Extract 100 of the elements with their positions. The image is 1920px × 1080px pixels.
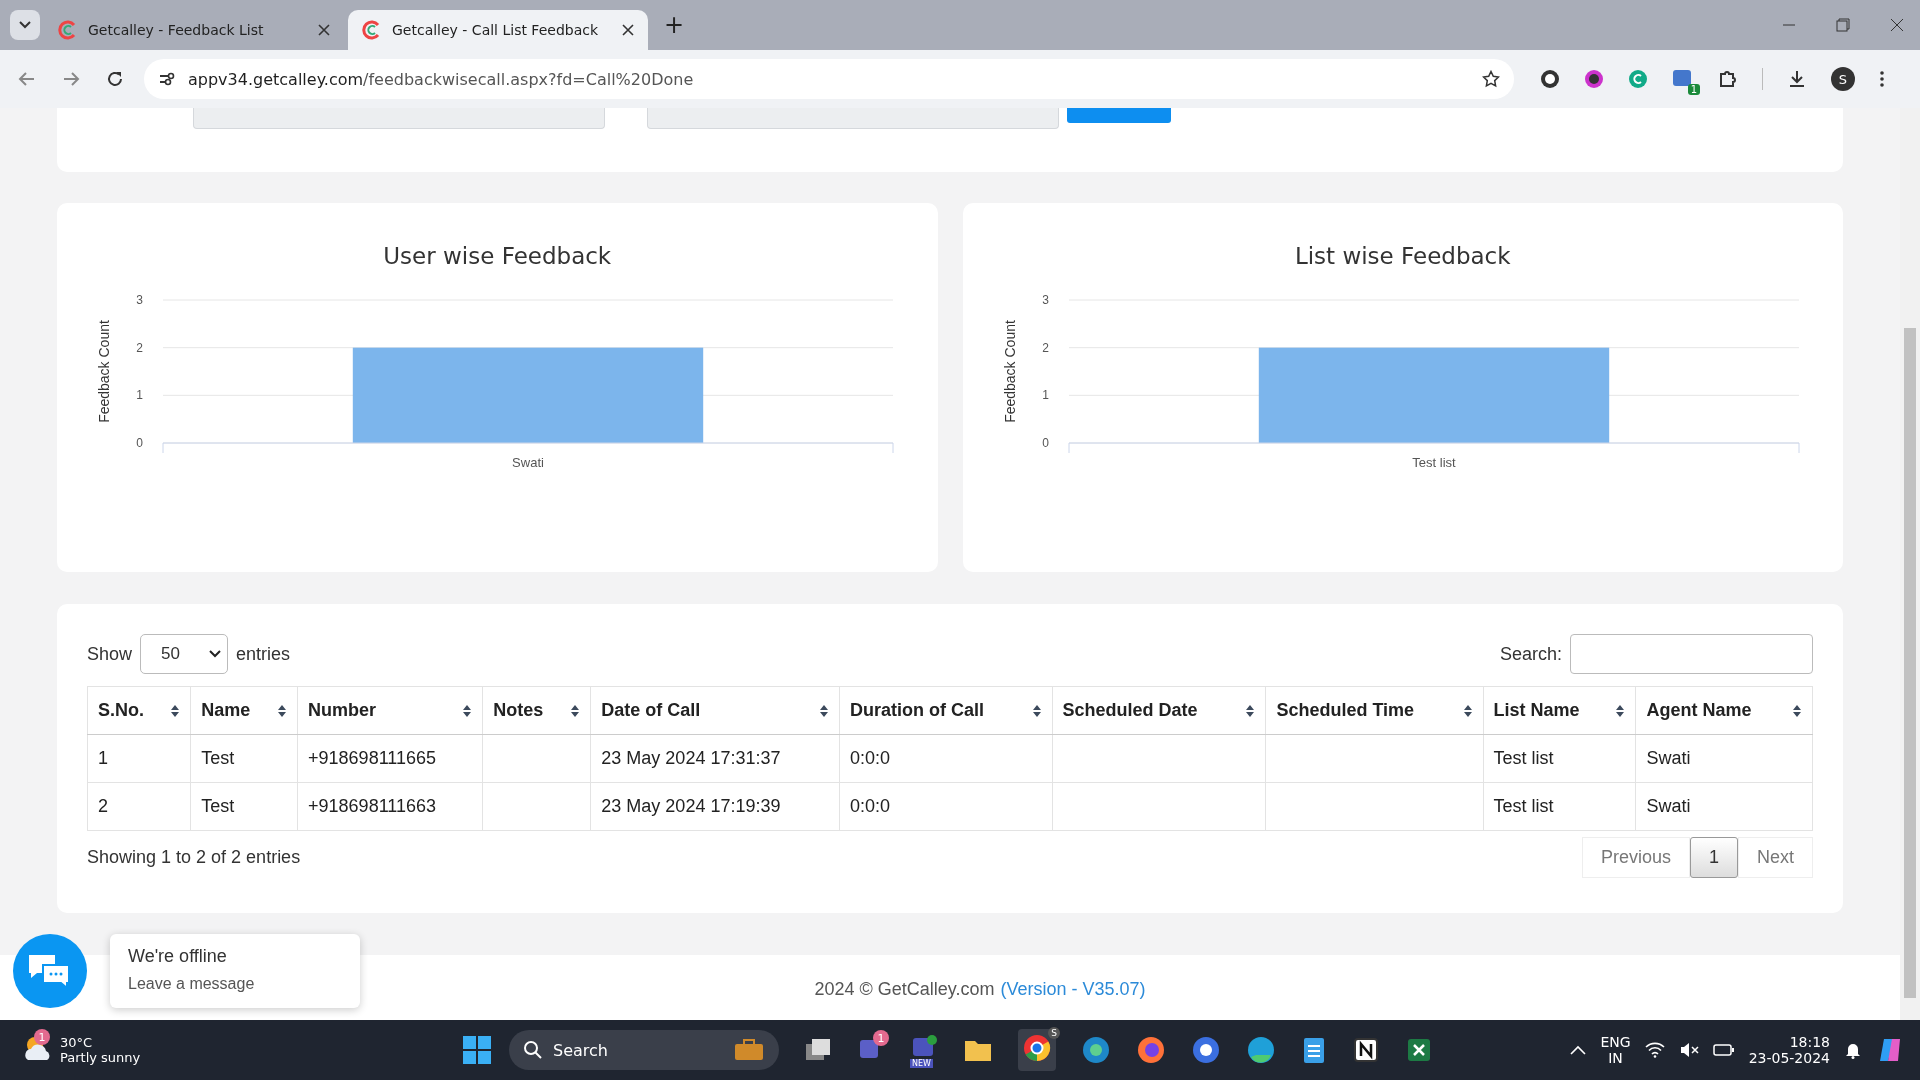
restore-icon[interactable]: [1836, 18, 1850, 32]
table-cell: 0:0:0: [839, 782, 1053, 831]
pagination-button[interactable]: Previous: [1581, 837, 1690, 878]
chevron-up-icon[interactable]: [1570, 1045, 1587, 1055]
column-header[interactable]: Duration of Call: [839, 686, 1053, 735]
column-header[interactable]: S.No.: [87, 686, 191, 735]
date-field[interactable]: [647, 108, 1059, 129]
new-badge: NEW: [910, 1059, 933, 1068]
site-settings-icon[interactable]: [158, 70, 176, 88]
bell-icon[interactable]: [1844, 1041, 1862, 1059]
tab-list-button[interactable]: [10, 10, 40, 40]
url-text: appv34.getcalley.com/feedbackwisecall.aspx?fd=Call%20Done: [188, 69, 695, 89]
tick-label: 1: [136, 388, 144, 403]
extension-icon[interactable]: [1584, 69, 1604, 89]
extension-icon[interactable]: [1540, 69, 1560, 89]
new-tab-button[interactable]: +: [652, 11, 697, 39]
close-icon[interactable]: [622, 24, 634, 36]
sort-icon: [1462, 703, 1473, 718]
notification-badge: 1: [1687, 84, 1700, 95]
axis-title: Feedback Count: [1001, 320, 1018, 423]
profile-avatar[interactable]: S: [1831, 67, 1855, 91]
battery-icon[interactable]: [1712, 1042, 1735, 1058]
table-cell: Test list: [1483, 782, 1636, 831]
excel-icon[interactable]: [1405, 1036, 1433, 1064]
tick-label: 2: [1042, 340, 1049, 355]
tick-label: 0: [136, 436, 144, 450]
column-header[interactable]: Date of Call: [590, 686, 840, 735]
page-size-select[interactable]: 50: [140, 634, 229, 674]
back-icon[interactable]: [18, 70, 36, 88]
sort-icon: [462, 703, 473, 718]
sort-icon: [170, 703, 181, 718]
menu-icon[interactable]: [1879, 69, 1885, 89]
version-link[interactable]: (Version - V35.07): [1000, 979, 1146, 1020]
notification-badge: 1: [34, 1029, 50, 1045]
sort-icon: [277, 703, 288, 718]
address-bar[interactable]: appv34.getcalley.com/feedbackwisecall.aspx?fd=Call%20Done: [144, 59, 1514, 99]
chevron-down-icon: [19, 21, 31, 29]
search-icon: [523, 1040, 543, 1060]
star-icon[interactable]: [1482, 70, 1500, 88]
app-icon[interactable]: [1081, 1035, 1111, 1065]
browser-tab[interactable]: Getcalley - Call List Feedback: [348, 10, 648, 50]
pagination-button[interactable]: Next: [1738, 837, 1813, 878]
search-field[interactable]: [1570, 634, 1813, 674]
table-cell: Test list: [1483, 734, 1636, 783]
download-icon[interactable]: [1787, 69, 1807, 89]
table-cell: Test: [190, 734, 298, 783]
taskbar-search[interactable]: Search: [509, 1030, 779, 1070]
notion-icon[interactable]: [1352, 1036, 1380, 1064]
close-icon[interactable]: [1890, 18, 1904, 32]
temperature: 30°C: [60, 1035, 94, 1050]
show-label: Show: [87, 643, 133, 665]
tab-title: Getcalley - Call List Feedback: [392, 22, 600, 38]
sort-icon: [1031, 703, 1042, 718]
copyright-text: 2024 © GetCalley.com: [814, 979, 995, 1001]
firefox-icon[interactable]: [1136, 1035, 1166, 1065]
weather-text: Partly sunny: [60, 1050, 141, 1065]
pagination-button[interactable]: 1: [1689, 837, 1738, 878]
sort-icon: [819, 703, 830, 718]
tab-title: Getcalley - Feedback List: [88, 22, 265, 38]
clock-date[interactable]: 23-05-2024: [1748, 1050, 1830, 1066]
table-cell: Test: [190, 782, 298, 831]
column-header[interactable]: Notes: [482, 686, 591, 735]
column-header[interactable]: Agent Name: [1635, 686, 1813, 735]
region-text[interactable]: IN: [1608, 1050, 1623, 1066]
column-header[interactable]: Scheduled Time: [1265, 686, 1483, 735]
sort-icon: [1792, 703, 1802, 718]
notification-badge: 1: [873, 1030, 889, 1046]
table-info: Showing 1 to 2 of 2 entries: [87, 847, 301, 868]
tick-label: 0: [1042, 436, 1049, 450]
table-cell: Swati: [1635, 734, 1813, 783]
column-header[interactable]: Scheduled Date: [1052, 686, 1266, 735]
puzzle-icon[interactable]: [1718, 69, 1738, 89]
chat-popup[interactable]: We're offline Leave a message: [110, 934, 360, 1008]
close-icon[interactable]: [318, 24, 330, 36]
date-field[interactable]: [193, 108, 605, 129]
clock-time[interactable]: 18:18: [1789, 1034, 1830, 1050]
muted-speaker-icon[interactable]: [1678, 1042, 1699, 1058]
axis-title: Feedback Count: [96, 320, 113, 423]
profile-badge: S: [1048, 1027, 1060, 1039]
table-cell: +918698111663: [297, 782, 483, 831]
column-header[interactable]: Name: [190, 686, 298, 735]
chrome-icon[interactable]: [1022, 1033, 1052, 1063]
notepad-icon[interactable]: [1301, 1035, 1327, 1065]
wifi-icon[interactable]: [1644, 1042, 1665, 1058]
search-label: Search:: [1499, 643, 1562, 665]
windows-icon[interactable]: [462, 1035, 492, 1065]
chevron-down-icon: [209, 650, 222, 658]
logo-icon: [58, 20, 78, 40]
table-cell: 0:0:0: [839, 734, 1053, 783]
column-header[interactable]: Number: [297, 686, 483, 735]
table-cell: +918698111665: [297, 734, 483, 783]
browser-tab[interactable]: Getcalley - Feedback List: [44, 10, 344, 50]
forward-icon[interactable]: [62, 70, 80, 88]
language-text[interactable]: ENG: [1600, 1034, 1631, 1050]
column-header[interactable]: List Name: [1483, 686, 1636, 735]
app-icon[interactable]: [1191, 1035, 1221, 1065]
reload-icon[interactable]: [106, 70, 124, 88]
edge-icon[interactable]: [1246, 1035, 1276, 1065]
chat-title: We're offline: [128, 946, 228, 967]
entries-label: entries: [236, 643, 291, 665]
